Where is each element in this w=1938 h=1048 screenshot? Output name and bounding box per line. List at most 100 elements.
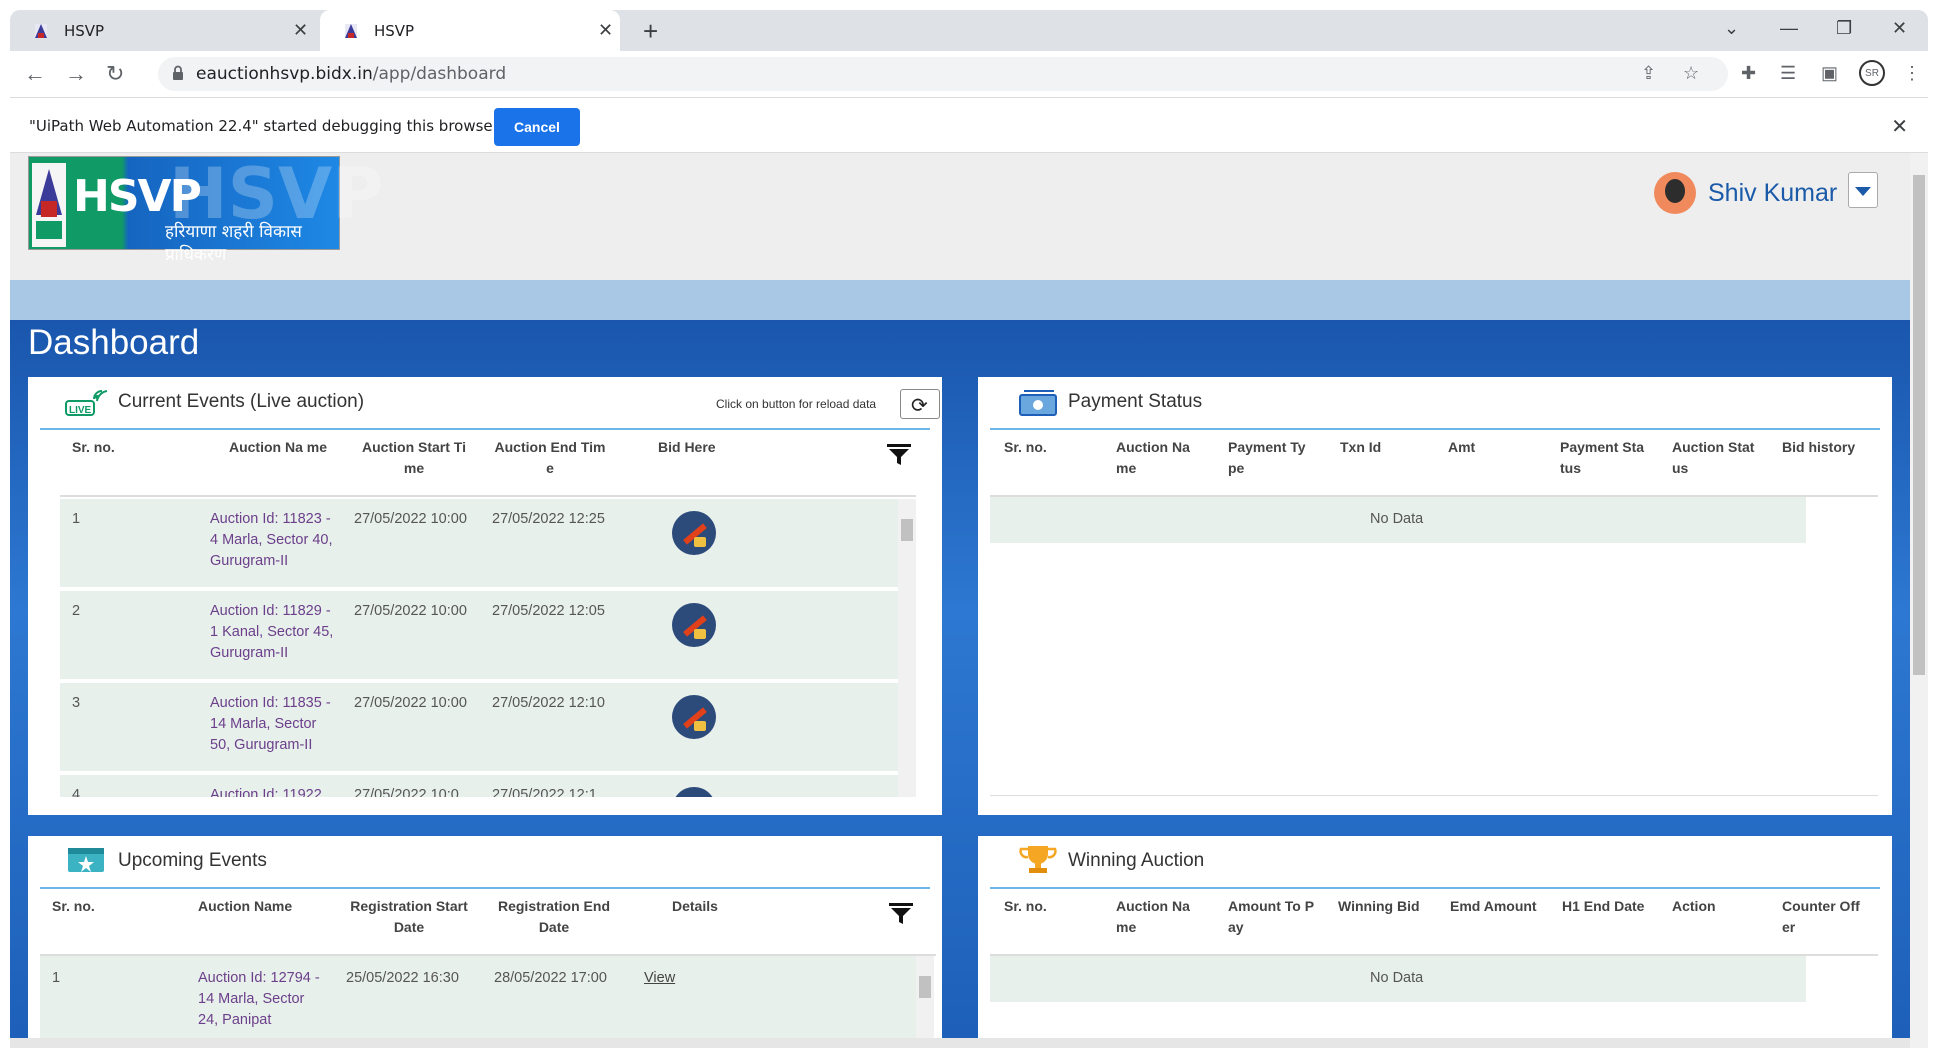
- refresh-icon: ⟳: [911, 395, 928, 417]
- winning-auction-panel: Winning Auction Sr. no. Auction Na me Am…: [978, 836, 1892, 1048]
- cell-sr: 1: [52, 970, 61, 986]
- lock-icon: [173, 65, 183, 80]
- profile-avatar-icon[interactable]: SR: [1859, 60, 1885, 86]
- col-header-start-time: Auction Start Ti me: [362, 439, 466, 476]
- cell-auction-name[interactable]: Auction Id: 11835 - 14 Marla, Sector 50,…: [210, 693, 338, 756]
- scrollbar-thumb[interactable]: [901, 519, 913, 541]
- bid-gavel-icon[interactable]: [672, 603, 716, 647]
- cell-sr: 2: [72, 603, 81, 619]
- page-title: Dashboard: [28, 323, 200, 362]
- browser-toolbar: ← → ↻ eauctionhsvp.bidx.in/app/dashboard…: [10, 51, 1928, 97]
- bid-gavel-icon[interactable]: [672, 695, 716, 739]
- panel-divider: [40, 887, 930, 889]
- filter-icon[interactable]: [888, 900, 914, 926]
- col-header-amount-to-pay: Amount To P ay: [1228, 898, 1314, 935]
- col-header-action: Action: [1672, 898, 1716, 914]
- money-icon: [1019, 390, 1057, 416]
- col-header-auction-name: Auction Name: [198, 898, 293, 914]
- cell-auction-name[interactable]: Auction Id: 12794 - 14 Marla, Sector 24,…: [198, 968, 326, 1031]
- col-header-sr: Sr. no.: [1004, 439, 1047, 455]
- cancel-debugging-button[interactable]: Cancel: [494, 108, 580, 146]
- reload-icon[interactable]: ↻: [106, 61, 124, 87]
- reload-data-button[interactable]: ⟳: [900, 389, 940, 419]
- col-header-sr: Sr. no.: [1004, 898, 1047, 914]
- table-scrollbar[interactable]: [916, 956, 934, 1048]
- minimize-icon[interactable]: —: [1780, 18, 1798, 39]
- bid-gavel-icon[interactable]: [672, 787, 716, 797]
- browser-tab-1[interactable]: HSVP ✕: [10, 10, 320, 51]
- restore-icon[interactable]: ❐: [1836, 18, 1852, 39]
- panel-title: Current Events (Live auction): [118, 391, 365, 412]
- cell-auction-name[interactable]: Auction Id: 11823 - 4 Marla, Sector 40, …: [210, 509, 338, 572]
- cell-auction-name[interactable]: Auction Id: 11922: [210, 785, 338, 797]
- user-menu[interactable]: Shiv Kumar: [1654, 170, 1837, 216]
- table-row: 1 Auction Id: 12794 - 14 Marla, Sector 2…: [40, 956, 916, 1046]
- col-header-h1-end-date: H1 End Date: [1562, 898, 1645, 914]
- close-window-icon[interactable]: ✕: [1892, 18, 1907, 39]
- cell-start-time: 27/05/2022 10:0: [354, 787, 459, 797]
- col-header-auction-name: Auction Na me: [228, 439, 327, 455]
- hsvp-logo[interactable]: HSVP HSVP हरियाणा शहरी विकास प्राधिकरण: [28, 153, 383, 265]
- address-bar[interactable]: eauctionhsvp.bidx.in/app/dashboard: [158, 57, 1728, 91]
- bookmark-star-icon[interactable]: ☆: [1683, 63, 1699, 84]
- current-events-panel: LIVE Current Events (Live auction) Click…: [28, 377, 942, 815]
- page-horizontal-scrollbar[interactable]: [10, 1038, 1910, 1048]
- user-avatar-icon: [1654, 172, 1696, 214]
- user-dropdown-button[interactable]: [1848, 172, 1878, 208]
- empty-row: No Data: [990, 497, 1806, 543]
- view-details-link[interactable]: View: [644, 968, 675, 989]
- reload-hint: Click on button for reload data: [716, 397, 877, 411]
- table-row: 1 Auction Id: 11823 - 4 Marla, Sector 40…: [60, 499, 916, 587]
- payment-status-panel: Payment Status Sr. no. Auction Na me Pay…: [978, 377, 1892, 815]
- side-panel-icon[interactable]: ▣: [1821, 63, 1838, 84]
- panel-title: Payment Status: [1068, 391, 1203, 412]
- table-scrollbar[interactable]: [898, 499, 916, 797]
- tab-search-icon[interactable]: ⌄: [1724, 18, 1739, 39]
- panel-divider: [990, 887, 1880, 889]
- url-path: /app/dashboard: [372, 64, 507, 84]
- back-icon[interactable]: ←: [24, 61, 46, 87]
- col-header-winning-bid: Winning Bid: [1338, 898, 1420, 914]
- cell-end-time: 27/05/2022 12:1: [492, 787, 597, 797]
- menu-kebab-icon[interactable]: ⋮: [1903, 63, 1921, 84]
- cell-auction-name[interactable]: Auction Id: 11829 - 1 Kanal, Sector 45, …: [210, 601, 338, 664]
- header-strip: [10, 280, 1910, 320]
- close-tab-icon[interactable]: ✕: [293, 20, 308, 41]
- tab-title: HSVP: [374, 21, 415, 40]
- cell-end-time: 27/05/2022 12:25: [492, 511, 605, 527]
- scrollbar-thumb[interactable]: [919, 976, 931, 998]
- cell-sr: 3: [72, 695, 81, 711]
- col-header-bid-history: Bid history: [1782, 439, 1856, 455]
- reading-list-icon[interactable]: ☰: [1780, 63, 1796, 84]
- bid-gavel-icon[interactable]: [672, 511, 716, 555]
- col-header-txn-id: Txn Id: [1340, 439, 1382, 455]
- calendar-icon: [68, 848, 104, 872]
- cell-sr: 1: [72, 511, 81, 527]
- close-infobar-icon[interactable]: ✕: [1891, 114, 1908, 139]
- debug-infobar: "UiPath Web Automation 22.4" started deb…: [10, 97, 1928, 153]
- browser-tab-strip: HSVP ✕ HSVP ✕ + ⌄ — ❐ ✕: [10, 10, 1928, 51]
- close-tab-icon[interactable]: ✕: [598, 20, 613, 41]
- panel-divider: [40, 428, 930, 430]
- no-data-text: No Data: [1370, 511, 1424, 527]
- share-icon[interactable]: ⇪: [1641, 63, 1656, 84]
- extensions-icon[interactable]: ✚: [1741, 63, 1756, 84]
- page-vertical-scrollbar[interactable]: [1910, 153, 1928, 1048]
- filter-icon[interactable]: [886, 441, 912, 467]
- upcoming-events-panel: Upcoming Events Sr. no. Auction Name Reg…: [28, 836, 942, 1048]
- browser-tab-2[interactable]: HSVP ✕: [320, 10, 620, 51]
- col-header-amt: Amt: [1448, 439, 1476, 455]
- page-scrollbar-thumb[interactable]: [1913, 175, 1925, 675]
- panel-divider: [990, 428, 1880, 430]
- table-row: 3 Auction Id: 11835 - 14 Marla, Sector 5…: [60, 683, 916, 771]
- hsvp-favicon: [32, 22, 50, 40]
- cell-reg-end: 28/05/2022 17:00: [494, 970, 607, 986]
- col-header-details: Details: [672, 898, 718, 914]
- forward-icon[interactable]: →: [65, 61, 87, 87]
- new-tab-icon[interactable]: +: [643, 16, 658, 47]
- cell-start-time: 27/05/2022 10:00: [354, 695, 467, 711]
- page-viewport: HSVP HSVP हरियाणा शहरी विकास प्राधिकरण S…: [10, 153, 1928, 1048]
- col-header-reg-start: Registration Start Date: [350, 898, 468, 935]
- cell-start-time: 27/05/2022 10:00: [354, 511, 467, 527]
- site-header: HSVP HSVP हरियाणा शहरी विकास प्राधिकरण S…: [10, 153, 1910, 280]
